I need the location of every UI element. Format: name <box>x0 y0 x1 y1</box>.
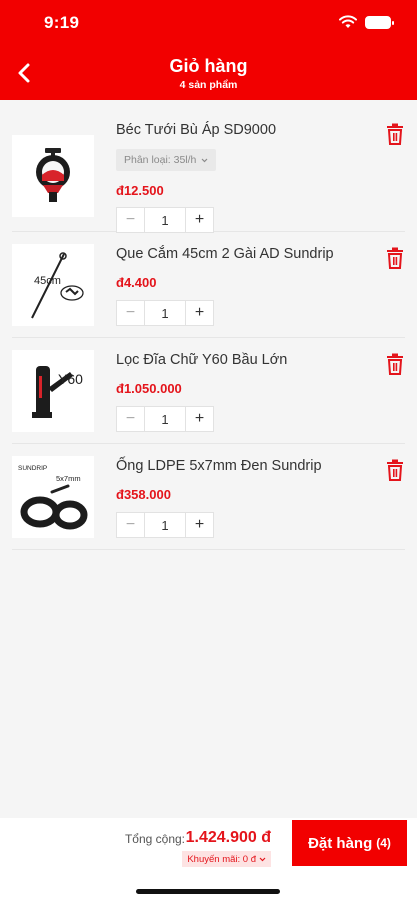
product-name[interactable]: Lọc Đĩa Chữ Y60 Bầu Lớn <box>116 352 287 368</box>
image-caption: Y60 <box>58 371 83 387</box>
decrease-button[interactable]: − <box>117 208 145 232</box>
product-name[interactable]: Que Cắm 45cm 2 Gài AD Sundrip <box>116 246 334 262</box>
battery-icon <box>365 15 394 29</box>
product-price: đ4.400 <box>116 275 157 290</box>
pipe-coil-image: SUNDRIP 5x7mm <box>18 465 88 530</box>
cart-item: SUNDRIP 5x7mm Ống LDPE 5x7mm Đen Sundrip… <box>12 444 405 550</box>
decrease-button[interactable]: − <box>117 301 145 325</box>
product-name[interactable]: Béc Tưới Bù Áp SD9000 <box>116 122 276 138</box>
place-order-button[interactable]: Đặt hàng (4) <box>292 820 407 866</box>
cart-item: Béc Tưới Bù Áp SD9000 Phân loại: 35l/h đ… <box>12 108 405 233</box>
quantity-stepper: − 1 + <box>116 207 214 233</box>
image-brand: SUNDRIP <box>18 465 47 472</box>
delete-icon[interactable] <box>385 353 405 375</box>
product-price: đ12.500 <box>116 183 164 198</box>
wifi-icon <box>339 15 357 28</box>
increase-button[interactable]: + <box>185 301 213 325</box>
promo-label: Khuyến mãi: 0 đ <box>187 853 256 865</box>
stake-image: 45cm <box>31 252 84 319</box>
sprinkler-image <box>36 148 70 202</box>
product-price: đ358.000 <box>116 487 171 502</box>
order-count: (4) <box>376 836 391 850</box>
page-subtitle: 4 sản phẩm <box>179 79 238 91</box>
checkout-bar: Tổng cộng: 1.424.900 đ Khuyến mãi: 0 đ Đ… <box>0 818 417 900</box>
status-icons <box>339 15 394 29</box>
decrease-button[interactable]: − <box>117 407 145 431</box>
product-name[interactable]: Ống LDPE 5x7mm Đen Sundrip <box>116 458 322 474</box>
promo-selector[interactable]: Khuyến mãi: 0 đ <box>182 851 271 867</box>
product-image[interactable]: 45cm <box>12 244 94 326</box>
variant-label: Phân loại: 35l/h <box>124 154 197 166</box>
order-button-label: Đặt hàng <box>308 834 373 852</box>
product-image[interactable]: SUNDRIP 5x7mm <box>12 456 94 538</box>
increase-button[interactable]: + <box>185 407 213 431</box>
total-value: 1.424.900 đ <box>185 829 271 846</box>
quantity-stepper: − 1 + <box>116 512 214 538</box>
image-size: 5x7mm <box>56 474 81 483</box>
delete-icon[interactable] <box>385 247 405 269</box>
chevron-down-icon <box>201 158 208 162</box>
quantity-value[interactable]: 1 <box>145 513 185 537</box>
delete-icon[interactable] <box>385 123 405 145</box>
app-header: 9:19 Giỏ hàng 4 sản phẩm <box>0 0 417 100</box>
increase-button[interactable]: + <box>185 513 213 537</box>
status-time: 9:19 <box>44 13 80 32</box>
cart-item: Y60 Lọc Đĩa Chữ Y60 Bầu Lớn đ1.050.000 −… <box>12 338 405 444</box>
quantity-value[interactable]: 1 <box>145 301 185 325</box>
product-image[interactable] <box>12 135 94 217</box>
product-price: đ1.050.000 <box>116 381 182 396</box>
increase-button[interactable]: + <box>185 208 213 232</box>
delete-icon[interactable] <box>385 459 405 481</box>
product-image[interactable]: Y60 <box>12 350 94 432</box>
total-label: Tổng cộng: <box>124 832 185 846</box>
chevron-down-icon <box>259 857 266 861</box>
quantity-stepper: − 1 + <box>116 300 214 326</box>
image-caption: 45cm <box>34 275 61 287</box>
quantity-stepper: − 1 + <box>116 406 214 432</box>
quantity-value[interactable]: 1 <box>145 208 185 232</box>
header-titles: Giỏ hàng 4 sản phẩm <box>0 56 417 91</box>
cart-list: Béc Tưới Bù Áp SD9000 Phân loại: 35l/h đ… <box>0 108 417 550</box>
cart-item: 45cm Que Cắm 45cm 2 Gài AD Sundrip đ4.40… <box>12 232 405 338</box>
quantity-value[interactable]: 1 <box>145 407 185 431</box>
filter-image: Y60 <box>32 366 83 418</box>
status-bar: 9:19 <box>0 0 417 46</box>
page-title: Giỏ hàng <box>169 56 248 76</box>
decrease-button[interactable]: − <box>117 513 145 537</box>
variant-selector[interactable]: Phân loại: 35l/h <box>116 149 217 171</box>
home-indicator <box>136 889 280 894</box>
